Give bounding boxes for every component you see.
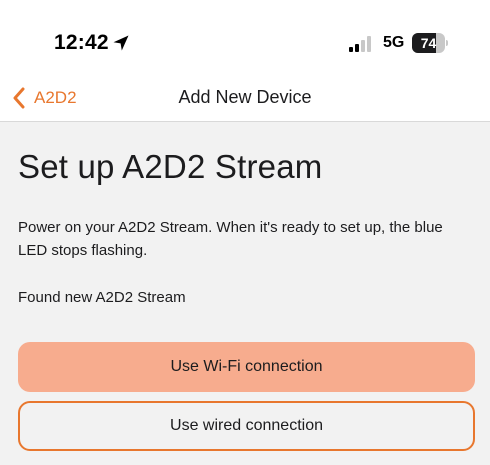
found-device-text: Found new A2D2 Stream — [18, 289, 186, 306]
location-arrow-icon — [113, 35, 129, 51]
network-type: 5G — [383, 34, 405, 51]
status-time: 12:42 — [54, 31, 109, 54]
signal-bars-icon — [349, 36, 371, 52]
battery-icon: 74 — [412, 33, 448, 53]
status-bar: 12:42 5G 74 — [0, 0, 490, 78]
header-area: 12:42 5G 74 A2D2 Add New Device — [0, 0, 490, 122]
page-title: Set up A2D2 Stream — [18, 148, 323, 185]
use-wifi-button[interactable]: Use Wi-Fi connection — [18, 342, 475, 392]
setup-instructions: Power on your A2D2 Stream. When it's rea… — [18, 219, 443, 259]
nav-title: Add New Device — [178, 87, 312, 107]
battery-percent: 74 — [420, 35, 437, 51]
use-wired-button[interactable]: Use wired connection — [18, 401, 475, 451]
